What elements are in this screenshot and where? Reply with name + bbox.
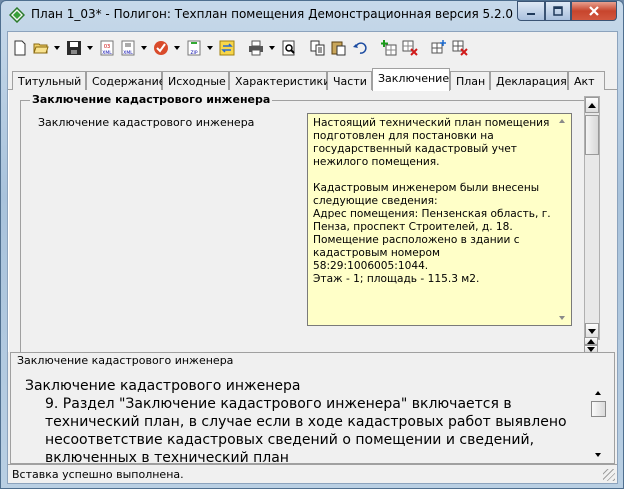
memo-line: Помещение расположено в здании с кадастр… xyxy=(313,234,520,272)
print-button[interactable] xyxy=(246,38,266,58)
title-bar[interactable]: План 1_03* - Полигон: Техплан помещения … xyxy=(1,1,623,31)
check-icon xyxy=(154,41,168,55)
memo-scroll-up-icon[interactable] xyxy=(559,119,565,123)
status-bar: Вставка успешно выполнена. xyxy=(8,464,617,483)
new-document-button[interactable] xyxy=(10,38,30,58)
svg-text:XML: XML xyxy=(102,50,112,56)
open-button[interactable] xyxy=(31,38,51,58)
tab-titulny[interactable]: Титульный xyxy=(12,71,86,90)
svg-text:ZIP: ZIP xyxy=(190,50,197,56)
xml-dropdown[interactable] xyxy=(139,38,148,58)
client-area: 03 XML XML ZIP Титульный Содержание Исхо… xyxy=(7,31,618,484)
maximize-icon xyxy=(553,6,563,16)
scroll-up-button[interactable] xyxy=(585,97,599,113)
tab-chasti[interactable]: Части xyxy=(327,71,372,90)
new-document-icon xyxy=(14,40,26,56)
add-table-button[interactable] xyxy=(429,38,449,58)
section-title: Заключение кадастрового инженера xyxy=(30,93,273,106)
help-scroll-down-icon[interactable] xyxy=(595,453,601,457)
toolbar: 03 XML XML ZIP xyxy=(10,36,471,60)
spin-down-icon xyxy=(587,346,595,352)
save-button[interactable] xyxy=(64,38,84,58)
save-icon xyxy=(67,41,81,55)
open-folder-icon xyxy=(33,43,49,54)
print-dropdown[interactable] xyxy=(267,38,276,58)
delete-table-button[interactable] xyxy=(450,38,470,58)
tab-zaklyuchenie[interactable]: Заключение xyxy=(372,68,450,91)
save-dropdown[interactable] xyxy=(85,38,94,58)
paste-button[interactable] xyxy=(329,38,349,58)
help-heading: Заключение кадастрового инженера xyxy=(25,378,301,394)
export-xml-icon: 03XML xyxy=(100,40,114,56)
zip-icon: ZIP xyxy=(187,40,201,56)
export-xml-button[interactable]: 03 XML xyxy=(97,38,117,58)
app-logo-icon xyxy=(8,6,26,24)
delete-table-icon xyxy=(452,40,468,56)
undo-icon xyxy=(353,42,367,54)
tab-akt[interactable]: Акт xyxy=(568,71,605,90)
help-text: Заключение кадастрового инженера 9. Разд… xyxy=(25,377,585,467)
zip-button[interactable]: ZIP xyxy=(184,38,204,58)
memo-line: Этаж - 1; площадь - 115.3 м2. xyxy=(313,273,480,285)
delete-row-icon xyxy=(402,40,418,56)
tab-plan[interactable]: План xyxy=(450,71,490,90)
spin-up-icon xyxy=(587,338,595,344)
paste-icon xyxy=(331,41,346,56)
check-dropdown[interactable] xyxy=(172,38,181,58)
maximize-button[interactable] xyxy=(545,1,571,21)
add-table-icon xyxy=(431,40,446,54)
memo-scrollbar[interactable] xyxy=(555,114,571,325)
tab-kharakteristiki[interactable]: Характеристики xyxy=(229,71,330,90)
spin-up-button[interactable] xyxy=(584,337,598,345)
conclusion-memo[interactable]: Настоящий технический план помещения под… xyxy=(307,113,572,326)
svg-text:03: 03 xyxy=(104,44,110,50)
help-panel: Заключение кадастрового инженера Заключе… xyxy=(10,352,615,467)
close-button[interactable] xyxy=(571,1,617,21)
check-button[interactable] xyxy=(151,38,171,58)
spin-buttons[interactable] xyxy=(584,337,600,353)
copy-button[interactable] xyxy=(308,38,328,58)
add-row-icon xyxy=(381,40,397,56)
minimize-icon xyxy=(527,13,535,15)
add-row-button[interactable] xyxy=(379,38,399,58)
preview-button[interactable] xyxy=(279,38,299,58)
tab-soderzhanie[interactable]: Содержание xyxy=(86,71,166,90)
import-xml-icon: XML xyxy=(121,40,135,56)
print-icon xyxy=(249,40,263,56)
delete-row-button[interactable] xyxy=(400,38,420,58)
import-xml-button[interactable]: XML xyxy=(118,38,138,58)
memo-line: Кадастровым инженером были внесены следу… xyxy=(313,182,540,207)
memo-paragraph-1: Настоящий технический план помещения под… xyxy=(313,117,550,168)
field-label: Заключение кадастрового инженера xyxy=(38,116,255,129)
app-window: План 1_03* - Полигон: Техплан помещения … xyxy=(0,0,624,489)
preview-icon xyxy=(282,40,295,56)
memo-scroll-down-icon[interactable] xyxy=(559,316,565,320)
help-panel-legend: Заключение кадастрового инженера xyxy=(15,354,236,367)
window-title: План 1_03* - Полигон: Техплан помещения … xyxy=(31,7,514,21)
help-body: 9. Раздел "Заключение кадастрового инжен… xyxy=(45,396,567,466)
help-scroll-up-icon[interactable] xyxy=(595,391,601,395)
help-scrollbar[interactable] xyxy=(591,375,607,461)
open-dropdown[interactable] xyxy=(52,38,61,58)
page-scrollbar[interactable] xyxy=(584,96,600,340)
convert-icon xyxy=(219,40,235,56)
tab-strip: Титульный Содержание Исходные Характерис… xyxy=(8,68,617,91)
zip-dropdown[interactable] xyxy=(205,38,214,58)
close-icon xyxy=(589,6,599,16)
convert-button[interactable] xyxy=(217,38,237,58)
minimize-button[interactable] xyxy=(517,1,545,21)
copy-icon xyxy=(310,40,325,56)
tab-deklaratsiya[interactable]: Декларация xyxy=(490,71,568,90)
undo-button[interactable] xyxy=(350,38,370,58)
arrow-up-icon xyxy=(588,102,596,108)
tab-iskhodnye[interactable]: Исходные xyxy=(162,71,229,90)
help-scroll-thumb[interactable] xyxy=(591,401,606,417)
svg-text:XML: XML xyxy=(123,50,133,56)
memo-line: Адрес помещения: Пензенская область, г. … xyxy=(313,208,551,233)
scroll-thumb[interactable] xyxy=(585,115,599,155)
status-text: Вставка успешно выполнена. xyxy=(12,468,184,481)
arrow-down-icon xyxy=(588,328,596,334)
window-controls xyxy=(517,1,617,21)
resize-grip-icon[interactable] xyxy=(603,469,615,481)
